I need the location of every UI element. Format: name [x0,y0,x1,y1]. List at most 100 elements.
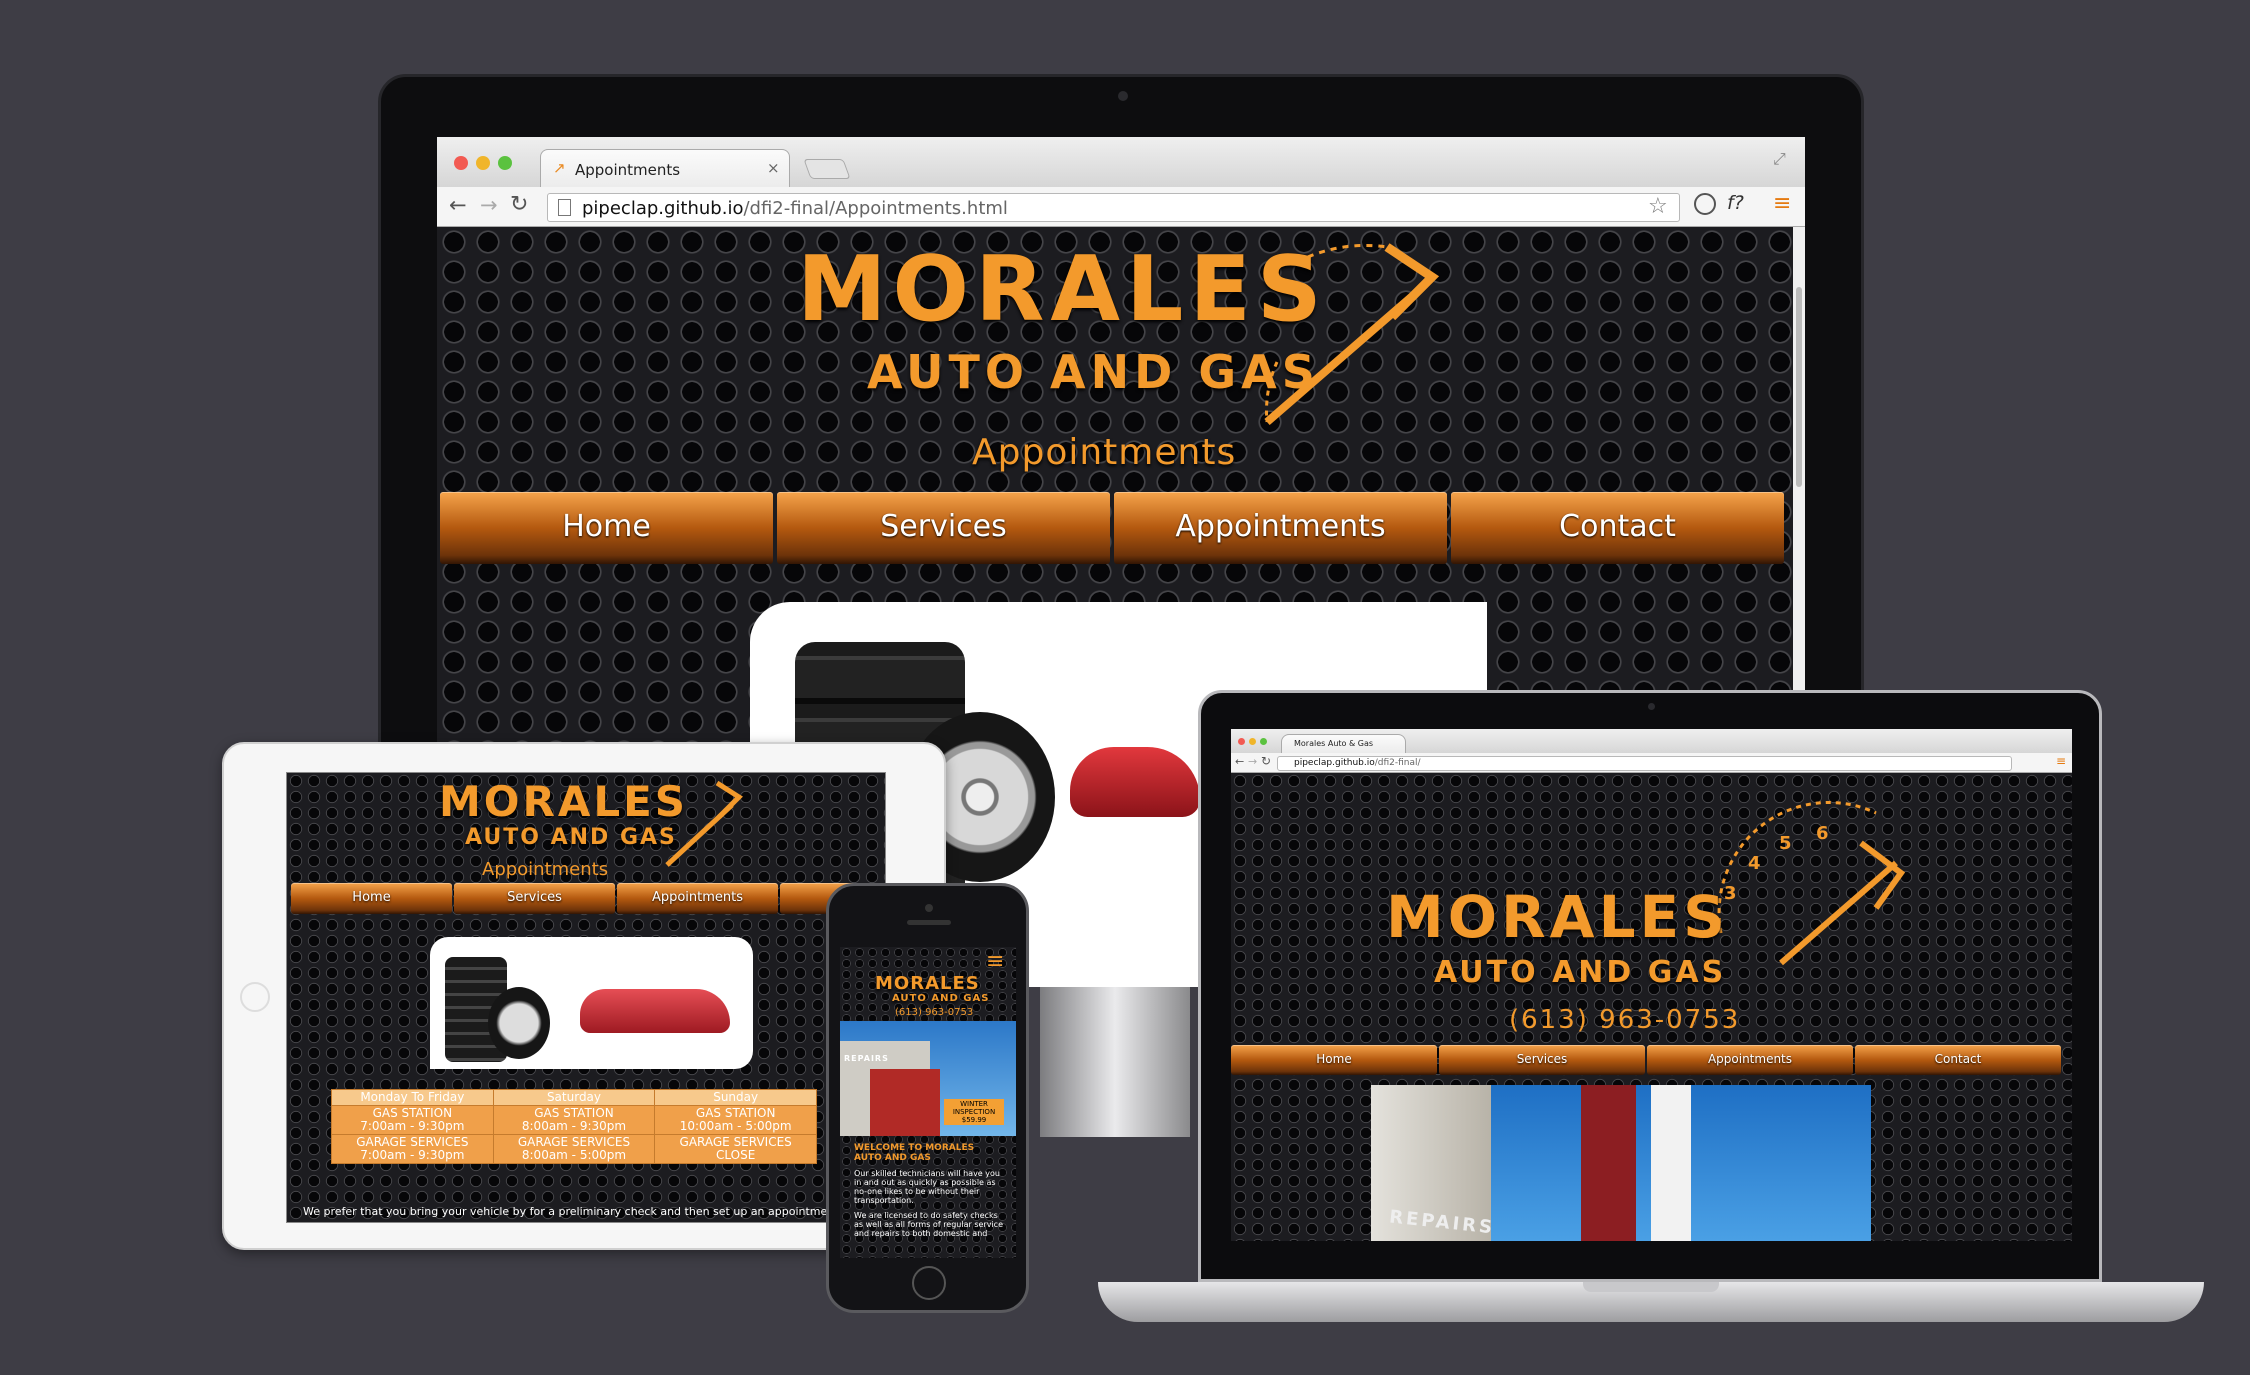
phone-camera [925,904,933,912]
laptop-nav-contact[interactable]: Contact [1855,1045,2061,1075]
tablet-nav-services[interactable]: Services [454,883,615,914]
url-text: pipeclap.github.io/dfi2-final/Appointmen… [582,198,1008,219]
tablet-wheel [488,987,550,1059]
hours-garage-weekday: GARAGE SERVICES 7:00am - 9:30pm [331,1134,494,1164]
phone-device: ≡ MORALES AUTO AND GAS (613) 963-0753 RE… [826,883,1029,1313]
hours-header-sunday: Sunday [654,1089,817,1106]
phone-home-button[interactable] [912,1266,946,1300]
url-host: pipeclap.github.io [582,198,744,219]
phone-paragraph-1: Our skilled technicians will have you in… [854,1169,1000,1205]
phone-welcome-heading: WELCOME TO MORALES AUTO AND GAS [854,1143,975,1163]
hours-header-weekday: Monday To Friday [331,1089,494,1106]
speedometer-logo-icon [1264,243,1440,426]
new-tab-button[interactable] [803,159,851,179]
minimize-window-icon[interactable] [476,156,490,170]
laptop-nav-services[interactable]: Services [1439,1045,1645,1075]
laptop-base [1098,1282,2204,1322]
hours-garage-sunday: GARAGE SERVICES CLOSE [654,1134,817,1164]
phone-storefront-image: REPAIRS WINTER INSPECTION $59.99 [840,1021,1016,1136]
phone-number: (613) 963-0753 [895,1007,974,1018]
gauge-number-6: 6 [1816,823,1829,844]
laptop-menu-icon[interactable]: ≡ [2056,754,2066,768]
laptop-browser: Morales Auto & Gas ← → ↻ pipeclap.github… [1231,729,2072,1241]
tablet-footer-text: We prefer that you bring your vehicle by… [303,1205,886,1218]
hours-gas-weekday: GAS STATION 7:00am - 9:30pm [331,1105,494,1135]
laptop-close-icon[interactable] [1238,738,1245,745]
tablet-red-car [580,989,730,1033]
hours-header-saturday: Saturday [492,1089,656,1106]
page-heading: Appointments [972,432,1237,473]
desktop-tabstrip: ↗ Appointments × ⤢ [437,137,1805,187]
red-car-image [1070,747,1200,817]
webcam [1118,91,1128,101]
extension-font-icon[interactable]: f? [1727,192,1744,214]
url-path: /dfi2-final/Appointments.html [743,198,1008,219]
laptop-reload-icon[interactable]: ↻ [1261,754,1271,768]
laptop-maximize-icon[interactable] [1260,738,1267,745]
laptop-white-pillar [1651,1085,1691,1241]
laptop-storefront-image: REPAIRS [1371,1085,1871,1241]
laptop-notch [1583,1282,1719,1292]
favicon-icon: ↗ [553,159,566,177]
hours-garage-saturday: GARAGE SERVICES 8:00am - 5:00pm [492,1134,656,1164]
laptop-url-host: pipeclap.github.io [1294,758,1375,768]
tablet-home-button[interactable] [240,982,270,1012]
desktop-toolbar: ← → ↻ pipeclap.github.io/dfi2-final/Appo… [437,187,1805,227]
laptop-tabstrip: Morales Auto & Gas [1231,729,2072,753]
laptop-tab[interactable]: Morales Auto & Gas [1281,734,1406,753]
close-window-icon[interactable] [454,156,468,170]
laptop-back-icon[interactable]: ← [1235,755,1244,768]
monitor-stand [1040,987,1190,1137]
laptop-page: 3 4 5 6 MORALES AUTO AND GAS (613) 963-0… [1231,773,2072,1241]
back-icon[interactable]: ← [449,193,467,217]
laptop-nav: Home Services Appointments Contact [1231,1045,2061,1075]
phone-speaker [907,920,951,925]
laptop-url-text: pipeclap.github.io/dfi2-final/ [1294,758,1421,768]
laptop-red-pillar [1581,1085,1636,1241]
logo: MORALES AUTO AND GAS Appointments [717,237,1497,473]
laptop-nav-home[interactable]: Home [1231,1045,1437,1075]
nav-appointments[interactable]: Appointments [1114,492,1447,564]
laptop-address-bar[interactable]: pipeclap.github.io/dfi2-final/ [1277,756,2012,771]
desktop-nav: Home Services Appointments Contact [440,492,1784,564]
laptop-logo-subtitle: AUTO AND GAS [1434,955,1727,990]
phone-sign: REPAIRS [844,1054,889,1063]
laptop-logo-title: MORALES [1386,883,1729,951]
laptop-url-path: /dfi2-final/ [1374,758,1421,768]
tablet-nav-appointments[interactable]: Appointments [617,883,778,914]
laptop-nav-appointments[interactable]: Appointments [1647,1045,1853,1075]
forward-icon[interactable]: → [480,193,498,217]
laptop-webcam [1648,703,1655,710]
hours-gas-sunday: GAS STATION 10:00am - 5:00pm [654,1105,817,1135]
tab-title: Appointments [575,161,681,179]
nav-contact[interactable]: Contact [1451,492,1784,564]
laptop-phone-number: (613) 963-0753 [1509,1005,1741,1035]
page-icon [558,199,571,216]
phone-logo-title: MORALES [875,973,980,994]
gauge-number-4: 4 [1748,853,1761,874]
extension-icon[interactable] [1694,193,1716,215]
menu-icon[interactable]: ≡ [1773,191,1791,216]
maximize-window-icon[interactable] [498,156,512,170]
tablet-nav: Home Services Appointments Contac [291,883,885,914]
tablet-page-heading: Appointments [482,859,609,880]
tablet-speedometer-icon [665,780,743,867]
phone-storefront-red [870,1069,940,1136]
tablet-nav-home[interactable]: Home [291,883,452,914]
scrollbar-thumb[interactable] [1796,287,1802,487]
nav-services[interactable]: Services [777,492,1110,564]
gauge-number-5: 5 [1779,833,1792,854]
fullscreen-icon[interactable]: ⤢ [1773,149,1786,169]
tablet-hours-table: Monday To Friday Saturday Sunday GAS STATI… [331,1089,817,1164]
laptop-forward-icon[interactable]: → [1248,755,1257,768]
laptop-minimize-icon[interactable] [1249,738,1256,745]
phone-menu-icon[interactable]: ≡ [986,949,1004,974]
tablet-screen: MORALES AUTO AND GAS Appointments Home S… [286,772,886,1223]
reload-icon[interactable]: ↻ [510,192,528,217]
desktop-tab[interactable]: ↗ Appointments × [540,149,790,187]
desktop-address-bar[interactable]: pipeclap.github.io/dfi2-final/Appointmen… [547,193,1680,222]
bookmark-star-icon[interactable]: ☆ [1648,194,1668,219]
close-tab-icon[interactable]: × [767,159,780,177]
nav-home[interactable]: Home [440,492,773,564]
phone-logo-subtitle: AUTO AND GAS [892,993,990,1004]
